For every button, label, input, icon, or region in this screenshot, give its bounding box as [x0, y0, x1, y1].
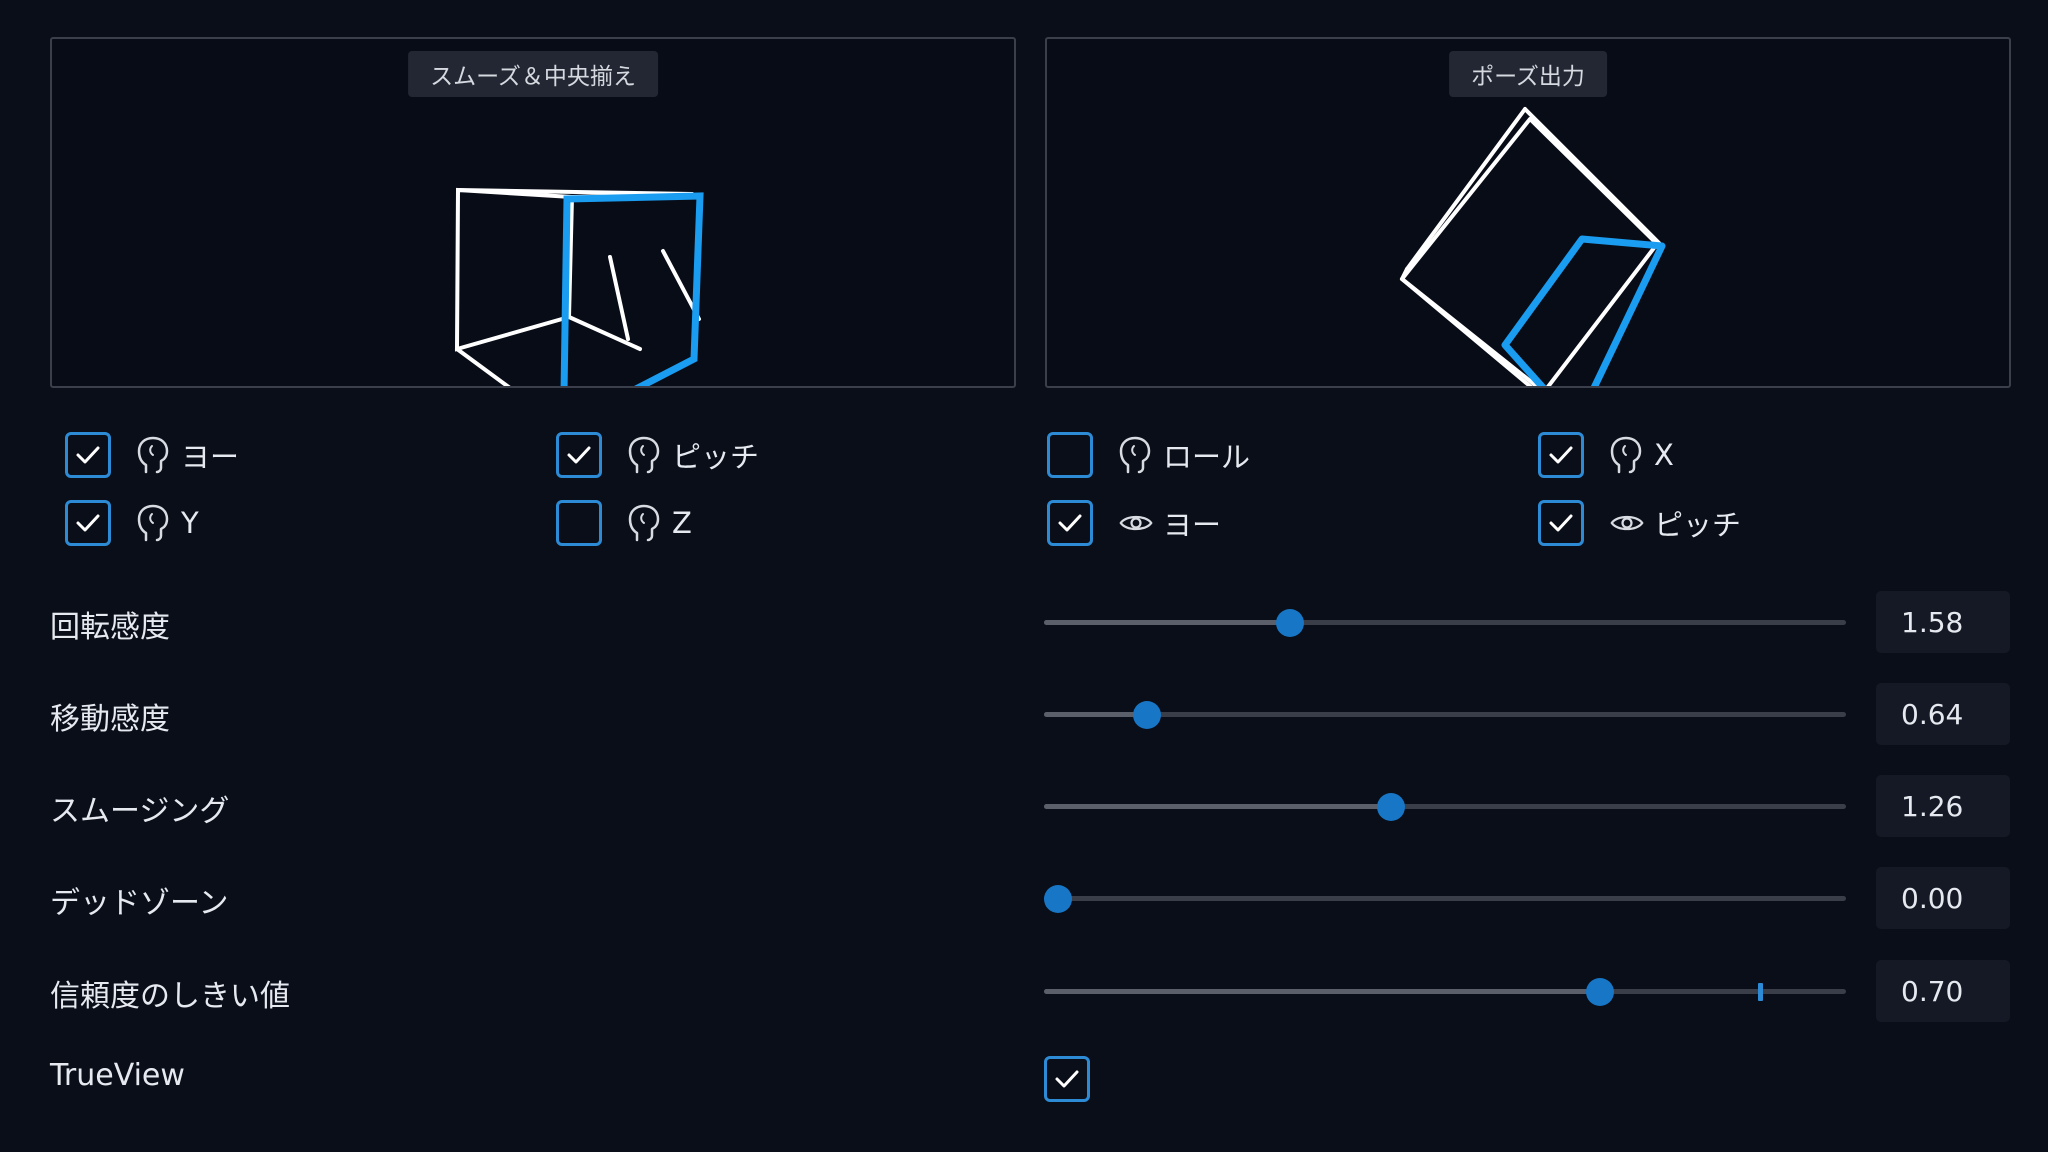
smooth-center-preview-panel: スムーズ＆中央揃え [50, 37, 1016, 388]
wireframe-cube-pose [1400, 107, 1666, 386]
slider-value-field[interactable]: 1.26 [1876, 775, 2010, 837]
toggle-row: ロール [1047, 428, 1250, 482]
toggle-row: X [1538, 428, 1674, 482]
slider-track[interactable] [1044, 608, 1846, 637]
toggle-checkbox[interactable] [556, 432, 602, 478]
trueview-checkbox[interactable] [1044, 1056, 1090, 1102]
toggle-label: Z [672, 506, 692, 540]
pose-output-preview-panel: ポーズ出力 [1045, 37, 2011, 388]
toggle-label: ピッチ [1654, 508, 1742, 542]
toggle-row: ヨー [1047, 496, 1221, 550]
wireframe-cube-preview [454, 187, 704, 386]
slider-thumb[interactable] [1585, 977, 1614, 1006]
slider-track[interactable] [1044, 700, 1846, 729]
slider-label: 回転感度 [50, 610, 170, 645]
slider-label: 移動感度 [50, 702, 170, 737]
head-icon [628, 435, 662, 475]
slider-label: スムージング [50, 794, 230, 829]
slider-thumb[interactable] [1376, 792, 1405, 821]
slider-label: デッドゾーン [50, 886, 229, 921]
head-icon [1119, 435, 1153, 475]
slider-track[interactable] [1044, 884, 1846, 913]
slider-track[interactable] [1044, 792, 1846, 821]
slider-fill [1044, 804, 1389, 809]
toggle-checkbox[interactable] [1538, 432, 1584, 478]
slider-value-field[interactable]: 0.64 [1876, 683, 2010, 745]
slider-fill [1044, 712, 1137, 717]
slider-value-field[interactable]: 0.00 [1876, 867, 2010, 929]
eye-icon [1610, 503, 1644, 543]
slider-value-field[interactable]: 0.70 [1876, 960, 2010, 1022]
slider-thumb[interactable] [1133, 700, 1161, 729]
toggle-label: ロール [1163, 440, 1251, 474]
toggle-label: ヨー [181, 440, 240, 474]
slider-value-field[interactable]: 1.58 [1876, 591, 2010, 653]
toggle-label: X [1654, 438, 1674, 472]
toggle-row: Z [556, 496, 692, 550]
toggle-label: ピッチ [672, 440, 760, 474]
toggle-checkbox[interactable] [1047, 500, 1093, 546]
head-icon [628, 503, 662, 543]
slider-fill [1044, 620, 1285, 625]
head-icon [137, 435, 171, 475]
slider-label: 信頼度のしきい値 [50, 979, 290, 1014]
threshold-marker [1757, 983, 1763, 1001]
toggle-row: ピッチ [1538, 496, 1741, 550]
toggle-checkbox[interactable] [1047, 432, 1093, 478]
slider-track[interactable] [1044, 977, 1846, 1006]
trueview-label: TrueView [50, 1058, 185, 1093]
slider-thumb[interactable] [1276, 608, 1305, 637]
toggle-checkbox[interactable] [1538, 500, 1584, 546]
toggle-row: Y [65, 496, 199, 550]
slider-thumb[interactable] [1044, 884, 1072, 913]
toggle-row: ヨー [65, 428, 239, 482]
toggle-label: ヨー [1163, 508, 1222, 542]
toggle-checkbox[interactable] [65, 432, 111, 478]
toggle-checkbox[interactable] [65, 500, 111, 546]
eye-icon [1119, 503, 1153, 543]
head-icon [137, 503, 171, 543]
head-icon [1610, 435, 1644, 475]
slider-fill [1044, 989, 1606, 994]
toggle-checkbox[interactable] [556, 500, 602, 546]
toggle-label: Y [181, 506, 199, 540]
toggle-row: ピッチ [556, 428, 759, 482]
